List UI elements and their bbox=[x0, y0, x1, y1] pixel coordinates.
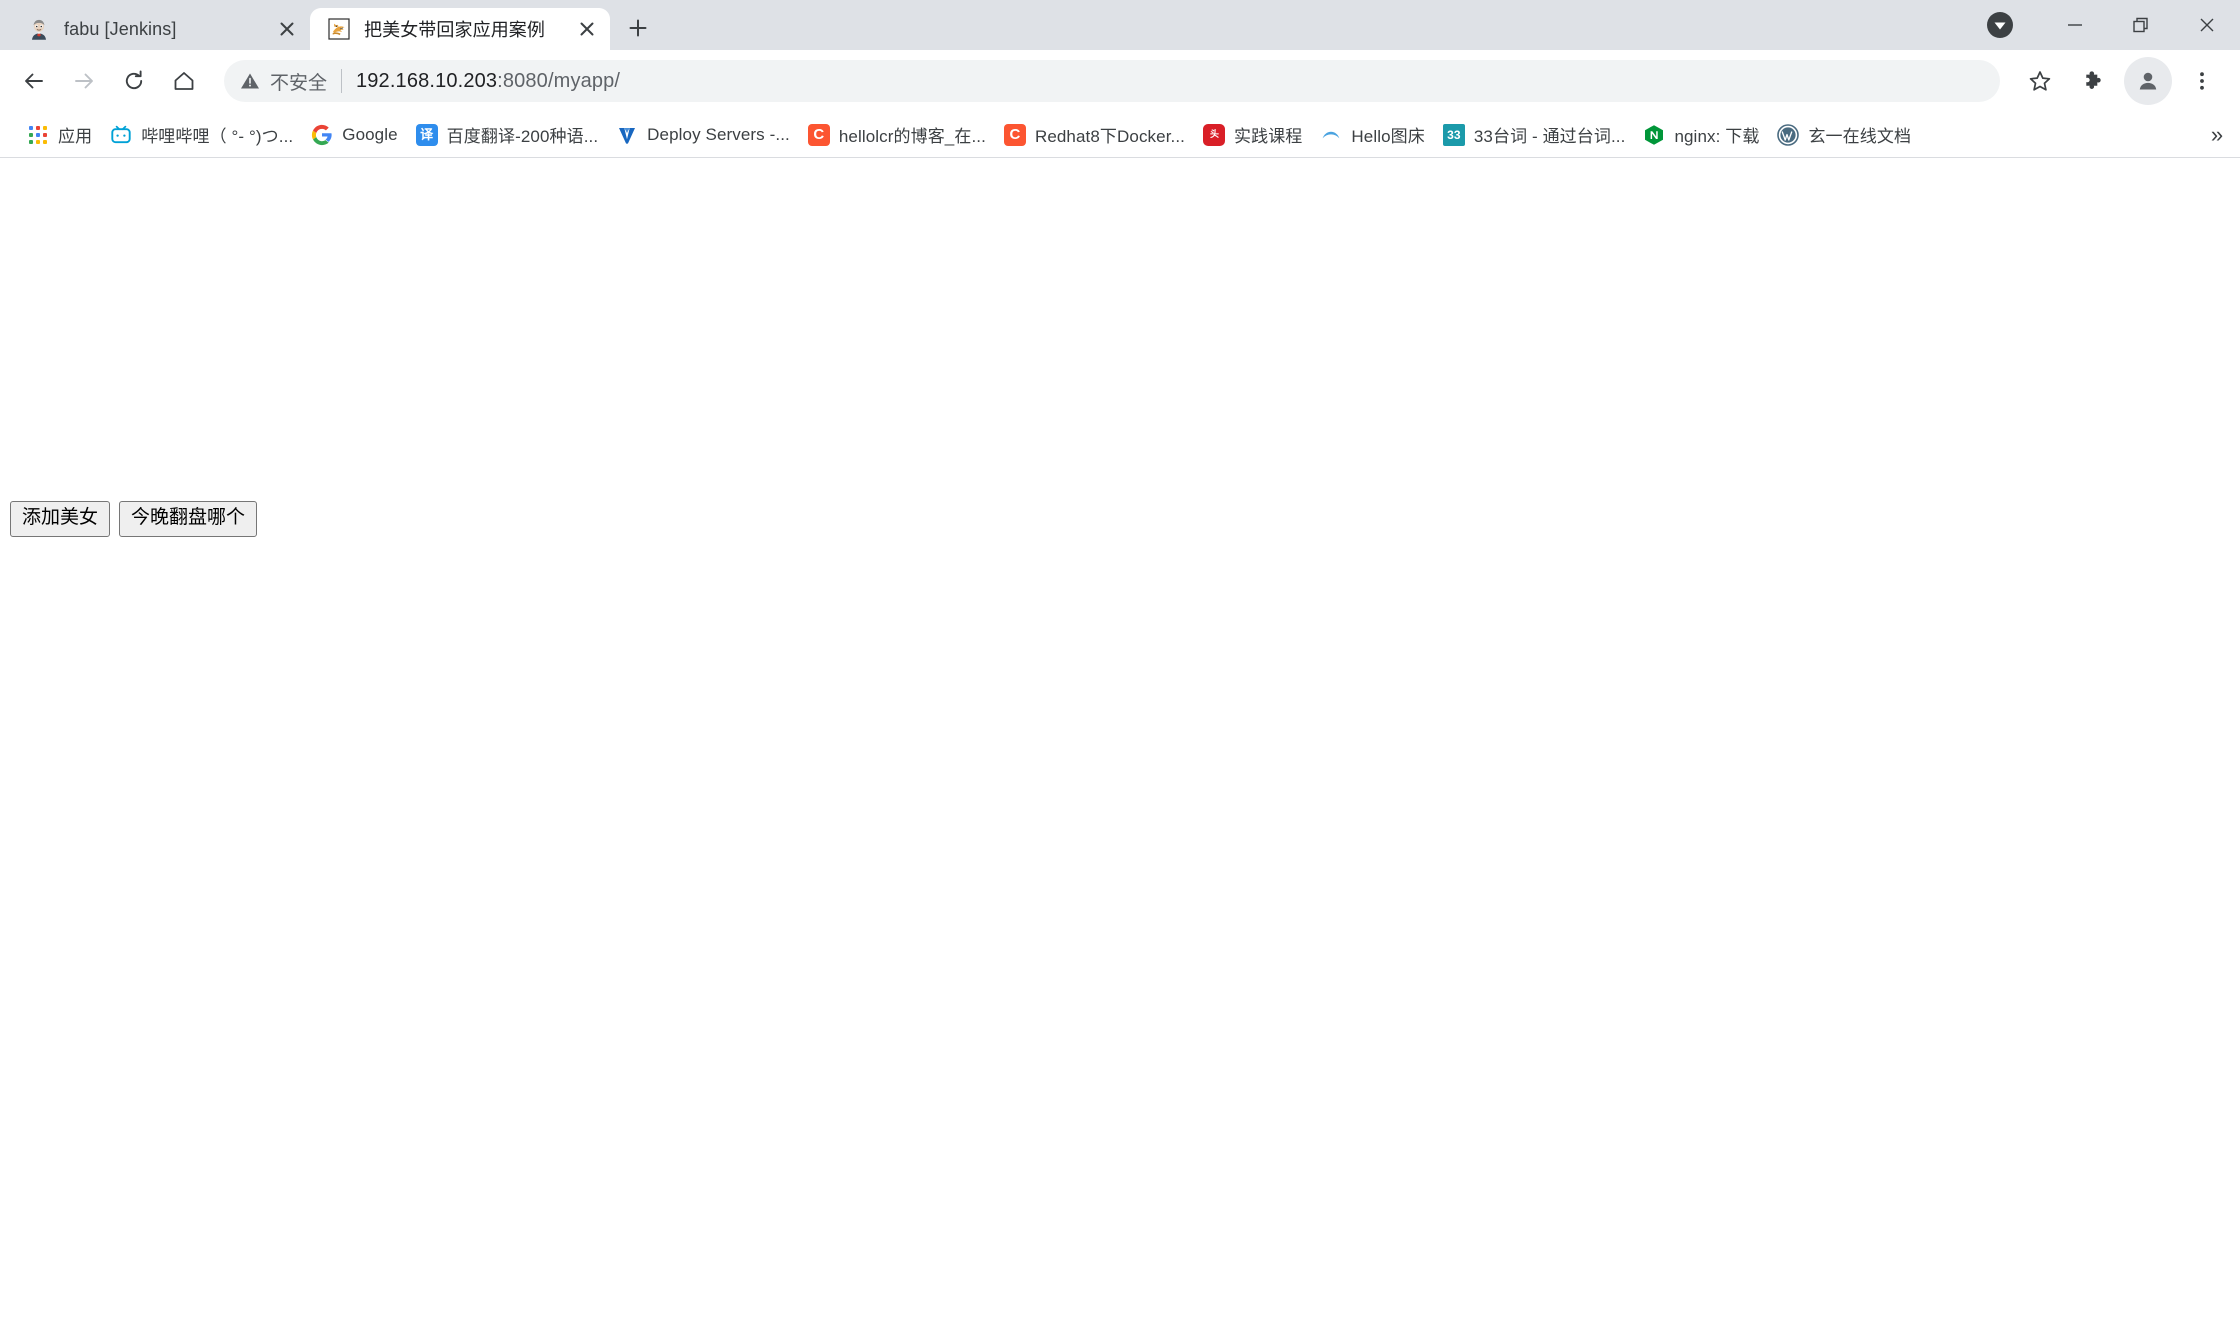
csdn-c-icon: C bbox=[1003, 123, 1026, 146]
educoder-icon: 头 bbox=[1203, 123, 1225, 146]
bookmark-hello-tuchuang[interactable]: Hello图床 bbox=[1311, 118, 1433, 152]
tab-close-icon[interactable] bbox=[574, 16, 600, 42]
tab-close-icon[interactable] bbox=[274, 16, 300, 42]
tabs-area: fabu [Jenkins] 把美女带回家应用案例 bbox=[0, 0, 658, 50]
page-button-group: 添加美女 今晚翻盘哪个 bbox=[10, 501, 258, 537]
bookmark-label: Google bbox=[342, 124, 398, 144]
url-text: 192.168.10.203:8080/myapp/ bbox=[356, 70, 620, 93]
browser-window: fabu [Jenkins] 把美女带回家应用案例 不安全 192.168.10… bbox=[0, 0, 2240, 1340]
apps-grid-icon bbox=[27, 124, 49, 146]
bookmark-bilibili[interactable]: 哔哩哔哩（ °- °)つ... bbox=[101, 118, 302, 152]
bookmark-xuanyi-docs[interactable]: 玄一在线文档 bbox=[1768, 118, 1920, 152]
educoder-glyph: 头 bbox=[1203, 123, 1225, 146]
address-bar[interactable]: 不安全 192.168.10.203:8080/myapp/ bbox=[224, 60, 2000, 102]
back-button[interactable] bbox=[10, 57, 58, 105]
profile-avatar-icon[interactable] bbox=[2124, 57, 2172, 105]
window-controls bbox=[1980, 0, 2240, 50]
url-path: :8080/myapp/ bbox=[497, 69, 621, 92]
bookmark-label: 33台词 - 通过台词... bbox=[1473, 127, 1626, 146]
tab-title: fabu [Jenkins] bbox=[64, 18, 177, 39]
tomcat-cat-icon bbox=[328, 18, 350, 40]
bookmark-label: nginx: 下载 bbox=[1674, 127, 1760, 146]
bookmark-label: 哔哩哔哩（ °- °)つ... bbox=[141, 127, 294, 146]
bookmark-baidu-fanyi[interactable]: 译 百度翻译-200种语... bbox=[407, 118, 608, 152]
bookmark-label: Deploy Servers -... bbox=[647, 124, 790, 144]
bookmark-google[interactable]: Google bbox=[302, 118, 406, 152]
page-content: 添加美女 今晚翻盘哪个 bbox=[0, 158, 2240, 1340]
nginx-n-icon bbox=[1643, 124, 1665, 146]
taici-glyph: 33 bbox=[1442, 123, 1465, 146]
vuetify-v-icon bbox=[616, 124, 638, 146]
new-tab-button[interactable] bbox=[618, 8, 658, 48]
jenkins-butler-icon bbox=[28, 18, 50, 40]
download-arrow-icon[interactable] bbox=[1980, 5, 2020, 45]
bookmark-nginx-download[interactable]: nginx: 下载 bbox=[1634, 118, 1768, 152]
window-close-button[interactable] bbox=[2174, 0, 2240, 50]
browser-tab-fabu-jenkins[interactable]: fabu [Jenkins] bbox=[10, 8, 310, 50]
baidu-fanyi-icon: 译 bbox=[415, 123, 438, 146]
bookmark-label: 应用 bbox=[58, 127, 93, 146]
bookmark-label: 玄一在线文档 bbox=[1808, 127, 1912, 146]
bookmark-shijian-kecheng[interactable]: 头 实践课程 bbox=[1194, 118, 1311, 152]
tonight-pick-button[interactable]: 今晚翻盘哪个 bbox=[119, 501, 258, 537]
url-host: 192.168.10.203 bbox=[356, 69, 498, 92]
bookmark-redhat8-docker[interactable]: C Redhat8下Docker... bbox=[995, 118, 1194, 152]
bilibili-icon bbox=[110, 124, 132, 146]
bookmark-label: hellolcr的博客_在... bbox=[838, 127, 986, 146]
forward-button[interactable] bbox=[60, 57, 108, 105]
reload-button[interactable] bbox=[110, 57, 158, 105]
bookmark-label: Redhat8下Docker... bbox=[1034, 127, 1185, 146]
browser-tab-meinv-app[interactable]: 把美女带回家应用案例 bbox=[310, 8, 610, 50]
omnibox-divider bbox=[341, 69, 343, 93]
csdn-c-icon: C bbox=[807, 123, 830, 146]
bookmark-label: Hello图床 bbox=[1351, 127, 1425, 146]
bookmark-hellolcr-blog[interactable]: C hellolcr的博客_在... bbox=[799, 118, 995, 152]
csdn-glyph: C bbox=[807, 123, 830, 146]
wordpress-icon bbox=[1777, 123, 1800, 146]
bookmarks-overflow-chevron-icon[interactable]: » bbox=[2200, 118, 2234, 152]
browser-toolbar: 不安全 192.168.10.203:8080/myapp/ bbox=[0, 50, 2240, 112]
bookmark-label: 实践课程 bbox=[1234, 127, 1303, 146]
add-beauty-button[interactable]: 添加美女 bbox=[10, 501, 111, 537]
warning-triangle-icon[interactable] bbox=[240, 71, 260, 91]
bookmark-apps[interactable]: 应用 bbox=[18, 118, 101, 152]
bookmark-deploy-servers[interactable]: Deploy Servers -... bbox=[607, 118, 799, 152]
cloud-icon bbox=[1320, 124, 1342, 146]
taici-33-icon: 33 bbox=[1442, 123, 1465, 146]
bookmark-star-icon[interactable] bbox=[2016, 57, 2064, 105]
home-button[interactable] bbox=[160, 57, 208, 105]
google-g-icon bbox=[311, 124, 333, 146]
bookmark-label: 百度翻译-200种语... bbox=[446, 127, 599, 146]
three-dot-menu-icon[interactable] bbox=[2178, 57, 2226, 105]
tab-strip: fabu [Jenkins] 把美女带回家应用案例 bbox=[0, 0, 2240, 50]
window-minimize-button[interactable] bbox=[2042, 0, 2108, 50]
bookmark-33taici[interactable]: 33 33台词 - 通过台词... bbox=[1434, 118, 1635, 152]
baidu-fanyi-glyph: 译 bbox=[415, 123, 438, 146]
toolbar-right-actions bbox=[2010, 57, 2226, 105]
csdn-glyph: C bbox=[1003, 123, 1026, 146]
security-status-text: 不安全 bbox=[270, 72, 328, 94]
window-maximize-button[interactable] bbox=[2108, 0, 2174, 50]
bookmarks-bar: 应用 哔哩哔哩（ °- °)つ... Google 译 百度翻译-200种语..… bbox=[0, 112, 2240, 158]
extensions-puzzle-icon[interactable] bbox=[2070, 57, 2118, 105]
tab-title: 把美女带回家应用案例 bbox=[364, 20, 545, 40]
